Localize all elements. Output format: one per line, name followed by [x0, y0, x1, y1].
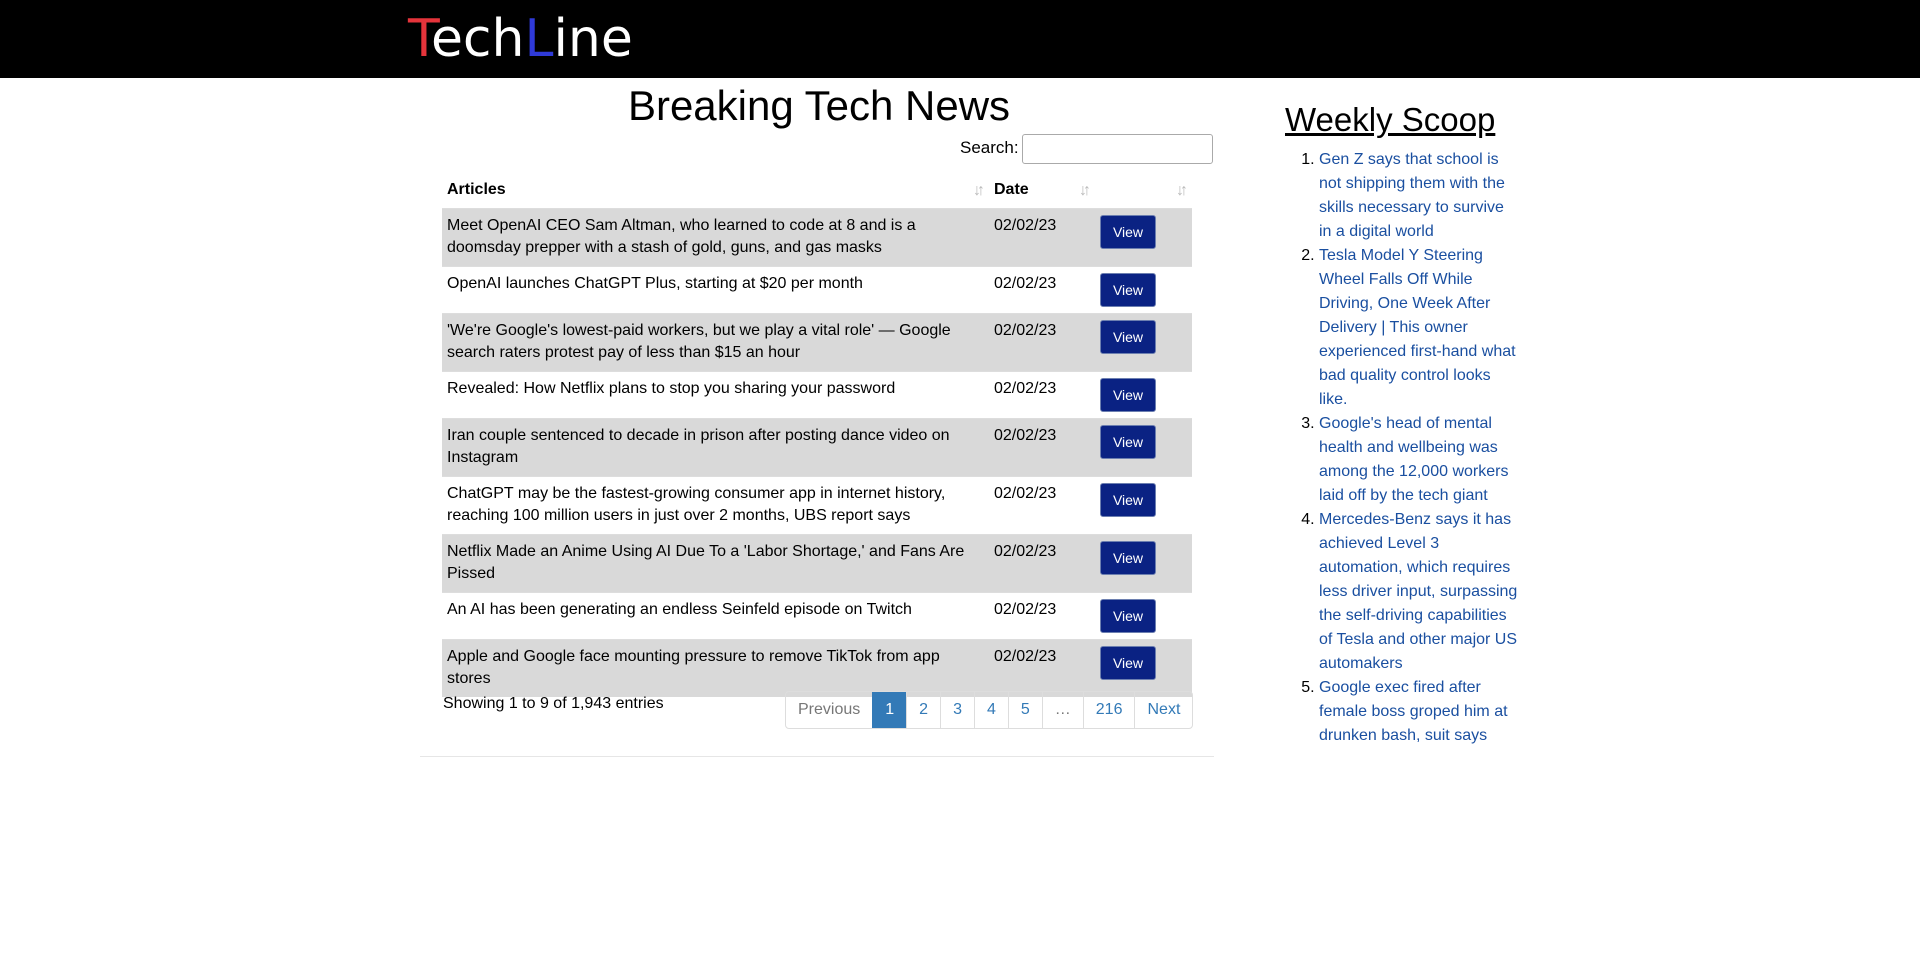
article-title: Netflix Made an Anime Using AI Due To a …: [442, 533, 989, 592]
sort-arrows-icon: ↓↑: [1079, 182, 1091, 199]
view-button[interactable]: View: [1100, 645, 1156, 680]
view-button[interactable]: View: [1100, 424, 1156, 459]
view-cell: View: [1095, 533, 1192, 592]
article-date: 02/02/23: [989, 265, 1095, 313]
scoop-list: Gen Z says that school is not shipping t…: [1280, 148, 1520, 748]
pagination-page-3[interactable]: 3: [940, 692, 974, 728]
table-row: Meet OpenAI CEO Sam Altman, who learned …: [442, 207, 1192, 266]
weekly-scoop-sidebar: Weekly Scoop Gen Z says that school is n…: [1280, 100, 1520, 748]
article-title: An AI has been generating an endless Sei…: [442, 591, 989, 639]
view-cell: View: [1095, 265, 1192, 313]
articles-table: Articles ↓↑ Date ↓↑ ↓↑ Meet OpenAI CEO Sam…: [442, 172, 1192, 697]
entries-info: Showing 1 to 9 of 1,943 entries: [443, 695, 664, 712]
list-item: Google exec fired after female boss grop…: [1319, 676, 1520, 748]
divider: [420, 756, 1214, 757]
table-row: Netflix Made an Anime Using AI Due To a …: [442, 533, 1192, 592]
view-cell: View: [1095, 207, 1192, 266]
view-button[interactable]: View: [1100, 482, 1156, 517]
list-item: Tesla Model Y Steering Wheel Falls Off W…: [1319, 244, 1520, 412]
scoop-link[interactable]: Gen Z says that school is not shipping t…: [1319, 151, 1505, 240]
logo-letter-t: T: [408, 9, 431, 69]
scoop-link[interactable]: Tesla Model Y Steering Wheel Falls Off W…: [1319, 247, 1516, 408]
logo-letter-l: L: [524, 9, 554, 69]
table-row: Apple and Google face mounting pressure …: [442, 638, 1192, 697]
view-cell: View: [1095, 475, 1192, 534]
scoop-link[interactable]: Google's head of mental health and wellb…: [1319, 415, 1508, 504]
table-row: Revealed: How Netflix plans to stop you …: [442, 370, 1192, 418]
pagination-ellipsis: …: [1041, 692, 1083, 728]
view-button[interactable]: View: [1100, 377, 1156, 412]
view-button[interactable]: View: [1100, 319, 1156, 354]
sort-arrows-icon: ↓↑: [1176, 182, 1188, 199]
pagination: Previous 1 2 3 4 5 … 216 Next: [785, 691, 1194, 729]
sort-arrows-icon: ↓↑: [973, 182, 985, 199]
article-title: 'We're Google's lowest-paid workers, but…: [442, 312, 989, 371]
column-header-articles-label: Articles: [447, 180, 506, 198]
article-date: 02/02/23: [989, 638, 1095, 697]
main-content: Breaking Tech News Search: Articles ↓↑ Da…: [420, 78, 1214, 757]
article-date: 02/02/23: [989, 312, 1095, 371]
view-button[interactable]: View: [1100, 272, 1156, 307]
pagination-next[interactable]: Next: [1134, 692, 1192, 728]
article-title: Meet OpenAI CEO Sam Altman, who learned …: [442, 207, 989, 266]
view-button[interactable]: View: [1100, 540, 1156, 575]
view-cell: View: [1095, 417, 1192, 476]
pagination-page-4[interactable]: 4: [973, 692, 1008, 728]
table-row: 'We're Google's lowest-paid workers, but…: [442, 312, 1192, 371]
top-navbar: TechLine: [0, 0, 1920, 78]
list-item: Gen Z says that school is not shipping t…: [1319, 148, 1520, 244]
article-title: Apple and Google face mounting pressure …: [442, 638, 989, 697]
article-date: 02/02/23: [989, 475, 1095, 534]
search-label: Search:: [960, 138, 1019, 157]
table-row: An AI has been generating an endless Sei…: [442, 591, 1192, 639]
column-header-action[interactable]: ↓↑: [1095, 172, 1192, 208]
pagination-page-last[interactable]: 216: [1082, 692, 1135, 728]
article-title: OpenAI launches ChatGPT Plus, starting a…: [442, 265, 989, 313]
article-date: 02/02/23: [989, 207, 1095, 266]
scoop-link[interactable]: Google exec fired after female boss grop…: [1319, 679, 1508, 744]
column-header-articles[interactable]: Articles ↓↑: [442, 172, 989, 208]
column-header-date[interactable]: Date ↓↑: [989, 172, 1095, 208]
search-input[interactable]: [1022, 134, 1213, 164]
list-item: Mercedes-Benz says it has achieved Level…: [1319, 508, 1520, 676]
view-button[interactable]: View: [1100, 598, 1156, 633]
pagination-previous[interactable]: Previous: [786, 692, 872, 728]
table-header-row: Articles ↓↑ Date ↓↑ ↓↑: [442, 172, 1192, 208]
scoop-link[interactable]: Mercedes-Benz says it has achieved Level…: [1319, 511, 1517, 672]
article-date: 02/02/23: [989, 591, 1095, 639]
logo-text-ech: ech: [430, 9, 525, 69]
view-cell: View: [1095, 638, 1192, 697]
article-date: 02/02/23: [989, 370, 1095, 418]
pagination-page-5[interactable]: 5: [1007, 692, 1042, 728]
page-title: Breaking Tech News: [627, 82, 1011, 129]
column-header-date-label: Date: [994, 180, 1029, 198]
table-row: ChatGPT may be the fastest-growing consu…: [442, 475, 1192, 534]
article-date: 02/02/23: [989, 417, 1095, 476]
article-title: Iran couple sentenced to decade in priso…: [442, 417, 989, 476]
techline-logo[interactable]: TechLine: [408, 10, 633, 68]
table-row: OpenAI launches ChatGPT Plus, starting a…: [442, 265, 1192, 313]
sidebar-title: Weekly Scoop: [1285, 101, 1496, 138]
view-cell: View: [1095, 591, 1192, 639]
article-date: 02/02/23: [989, 533, 1095, 592]
article-title: Revealed: How Netflix plans to stop you …: [442, 370, 989, 418]
logo-text-ine: ine: [553, 9, 633, 69]
list-item: Google's head of mental health and wellb…: [1319, 412, 1520, 508]
view-button[interactable]: View: [1100, 214, 1156, 249]
search-row: Search:: [940, 134, 1214, 164]
table-row: Iran couple sentenced to decade in priso…: [442, 417, 1192, 476]
pagination-page-2[interactable]: 2: [906, 692, 940, 728]
pagination-page-1[interactable]: 1: [872, 692, 907, 728]
view-cell: View: [1095, 370, 1192, 418]
article-title: ChatGPT may be the fastest-growing consu…: [442, 475, 989, 534]
view-cell: View: [1095, 312, 1192, 371]
